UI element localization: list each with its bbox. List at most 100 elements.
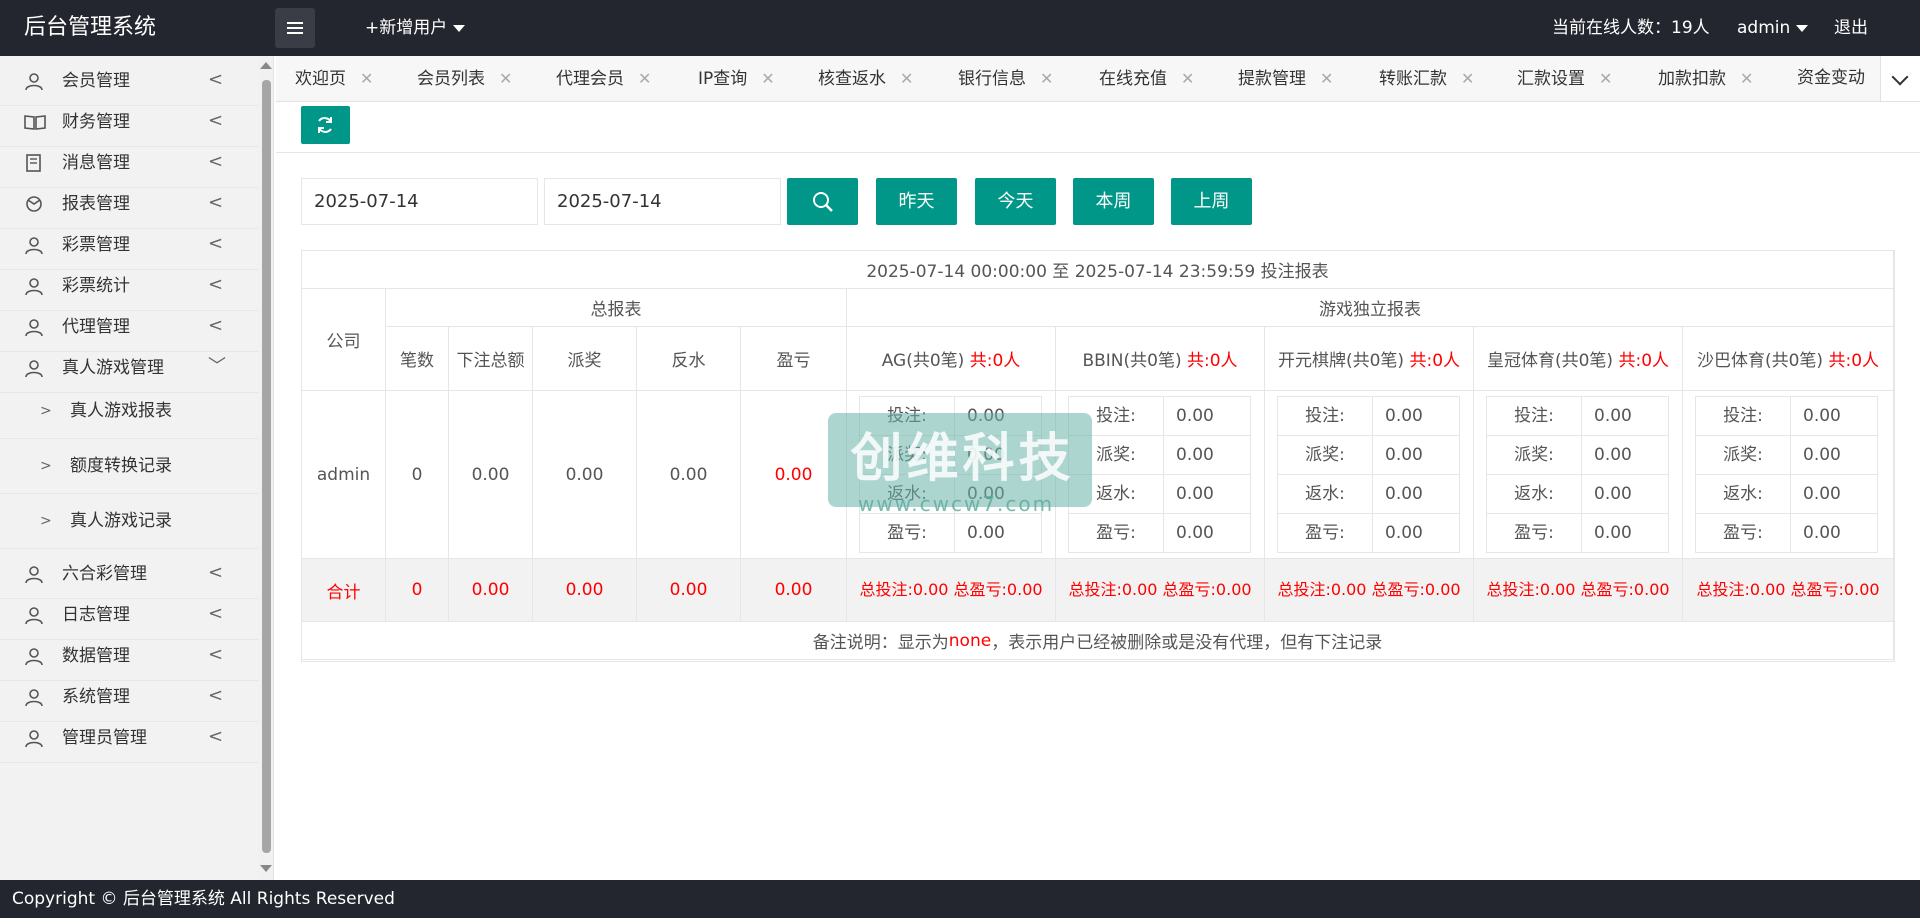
detail-row: 返水: 0.00 bbox=[1278, 475, 1459, 514]
yesterday-button[interactable]: 昨天 bbox=[876, 178, 957, 225]
close-icon[interactable]: ✕ bbox=[1040, 69, 1053, 88]
tab-item[interactable]: 会员列表 ✕ bbox=[417, 56, 512, 101]
add-user-dropdown[interactable]: +新增用户 bbox=[365, 0, 466, 56]
detail-row: 派奖: 0.00 bbox=[1487, 436, 1668, 475]
game-name: 沙巴体育(共0笔) bbox=[1696, 351, 1824, 371]
close-icon[interactable]: ✕ bbox=[1181, 69, 1194, 88]
sidebar-nav: 会员管理 < 财务管理 < 消息管理 < 报表管理 < 彩票管理 < 彩票统计 < 代理管理 < 真人游戏管… bbox=[0, 56, 258, 880]
note-highlight: none bbox=[948, 630, 992, 651]
close-icon[interactable]: ✕ bbox=[360, 69, 373, 88]
tab-item[interactable]: 核查返水 ✕ bbox=[818, 56, 913, 101]
tab-item[interactable]: 转账汇款 ✕ bbox=[1379, 56, 1474, 101]
game-name: 开元棋牌(共0笔) bbox=[1277, 351, 1405, 371]
tab-item[interactable]: 提款管理 ✕ bbox=[1238, 56, 1333, 101]
total-label: 合计 bbox=[302, 559, 386, 622]
chevron-down-icon bbox=[1891, 68, 1909, 86]
tab-item[interactable]: 资金变动 bbox=[1797, 56, 1865, 101]
game-name: AG(共0笔) bbox=[881, 351, 965, 371]
game-user-count: 共:0人 bbox=[1828, 351, 1880, 371]
user-icon bbox=[24, 687, 44, 707]
detail-row: 投注:0.00 bbox=[1487, 397, 1668, 436]
detail-value: 0.00 bbox=[1594, 484, 1632, 504]
tab-item[interactable]: IP查询 ✕ bbox=[698, 56, 775, 101]
logout-link[interactable]: 退出 bbox=[1834, 0, 1868, 56]
close-icon[interactable]: ✕ bbox=[1461, 69, 1474, 88]
note-prefix: 备注说明：显示为 bbox=[812, 633, 949, 653]
detail-value: 0.00 bbox=[1176, 484, 1214, 504]
sidebar-scroll-thumb[interactable] bbox=[262, 80, 271, 853]
close-icon[interactable]: ✕ bbox=[1320, 69, 1333, 88]
tab-item[interactable]: 银行信息 ✕ bbox=[958, 56, 1053, 101]
sidebar-subitem[interactable]: > 真人游戏报表 bbox=[0, 384, 258, 439]
detail-key: 投注: bbox=[1487, 397, 1582, 435]
column-header: 下注总额 bbox=[449, 327, 533, 391]
close-icon[interactable]: ✕ bbox=[761, 69, 774, 88]
report-icon bbox=[24, 194, 44, 214]
user-icon bbox=[24, 728, 44, 748]
book-icon bbox=[24, 112, 46, 132]
detail-row: 返水:0.00 bbox=[1069, 475, 1250, 514]
close-icon[interactable]: ✕ bbox=[1599, 69, 1612, 88]
end-date-input[interactable] bbox=[544, 178, 781, 225]
game-summary: 总投注:0.00 总盈亏:0.00 bbox=[1683, 559, 1894, 622]
detail-row: 投注:0.00 bbox=[1069, 397, 1250, 436]
detail-key: 盈亏: bbox=[1487, 514, 1582, 552]
detail-key: 返水: bbox=[1696, 475, 1791, 513]
search-icon bbox=[813, 192, 833, 212]
game-summary: 总投注:0.00 总盈亏:0.00 bbox=[847, 559, 1056, 622]
tab-item[interactable]: 在线充值 ✕ bbox=[1099, 56, 1194, 101]
game-column-header: 沙巴体育(共0笔) 共:0人 bbox=[1683, 327, 1894, 391]
detail-key: 盈亏: bbox=[1696, 514, 1791, 552]
report-value: 0 bbox=[386, 391, 449, 559]
sidebar-item[interactable]: 管理员管理 < bbox=[0, 713, 258, 763]
admin-user-menu[interactable]: admin bbox=[1737, 0, 1809, 56]
start-date-input[interactable] bbox=[301, 178, 538, 225]
detail-value: 0.00 bbox=[1385, 406, 1423, 426]
company-name: admin bbox=[302, 391, 386, 559]
game-column-header: BBIN(共0笔) 共:0人 bbox=[1056, 327, 1265, 391]
app-logo: 后台管理系统 bbox=[24, 15, 157, 40]
detail-key: 投注: bbox=[1278, 397, 1373, 435]
sidebar-subitem[interactable]: > 额度转换记录 bbox=[0, 439, 258, 494]
close-icon[interactable]: ✕ bbox=[638, 69, 651, 88]
game-user-count: 共:0人 bbox=[969, 351, 1021, 371]
total-value: 0.00 bbox=[637, 559, 741, 622]
close-icon[interactable]: ✕ bbox=[499, 69, 512, 88]
detail-key: 盈亏: bbox=[860, 514, 955, 552]
detail-key: 投注: bbox=[1696, 397, 1791, 435]
detail-value: 0.00 bbox=[1176, 523, 1214, 543]
tab-item[interactable]: 代理会员 ✕ bbox=[556, 56, 651, 101]
refresh-button[interactable] bbox=[301, 106, 350, 144]
search-button[interactable] bbox=[787, 178, 858, 225]
detail-value: 0.00 bbox=[1594, 445, 1632, 465]
today-button[interactable]: 今天 bbox=[975, 178, 1056, 225]
game-user-count: 共:0人 bbox=[1187, 351, 1238, 371]
tab-item[interactable]: 汇款设置 ✕ bbox=[1517, 56, 1612, 101]
detail-key: 盈亏: bbox=[1069, 514, 1164, 552]
menu-toggle-button[interactable] bbox=[275, 8, 315, 48]
game-summary-text: 总投注:0.00 总盈亏:0.00 bbox=[1486, 580, 1670, 599]
last-week-button[interactable]: 上周 bbox=[1171, 178, 1252, 225]
detail-key: 派奖: bbox=[1487, 436, 1582, 474]
game-detail-table: 投注: 0.00 派奖: 0.00 返水: 0.00 盈亏: 0.00 bbox=[1695, 396, 1878, 553]
report-note: 备注说明：显示为 none ，表示用户已经被删除或是没有代理，但有下注记录 bbox=[302, 622, 1894, 660]
close-icon[interactable]: ✕ bbox=[900, 69, 913, 88]
tab-label: IP查询 bbox=[698, 69, 748, 89]
tab-item[interactable]: 加款扣款 ✕ bbox=[1658, 56, 1753, 101]
game-column-header: 开元棋牌(共0笔) 共:0人 bbox=[1265, 327, 1474, 391]
detail-row: 盈亏: 0.00 bbox=[1487, 514, 1668, 553]
bet-report-table: 2025-07-14 00:00:00 至 2025-07-14 23:59:5… bbox=[301, 250, 1895, 662]
scroll-down-arrow-icon[interactable] bbox=[260, 865, 272, 872]
detail-row: 盈亏: 0.00 bbox=[1069, 514, 1250, 553]
sidebar-item-label: 管理员管理 bbox=[62, 728, 147, 748]
this-week-button[interactable]: 本周 bbox=[1073, 178, 1154, 225]
tab-more-dropdown[interactable] bbox=[1880, 56, 1920, 101]
scroll-up-arrow-icon[interactable] bbox=[260, 62, 272, 69]
detail-value: 0.00 bbox=[1385, 484, 1423, 504]
tab-item[interactable]: 欢迎页 ✕ bbox=[295, 56, 373, 101]
detail-key: 返水: bbox=[1278, 475, 1373, 513]
user-icon bbox=[24, 646, 44, 666]
sidebar-subitem[interactable]: > 真人游戏记录 bbox=[0, 494, 258, 549]
close-icon[interactable]: ✕ bbox=[1740, 69, 1753, 88]
game-user-count: 共:0人 bbox=[1409, 351, 1461, 371]
